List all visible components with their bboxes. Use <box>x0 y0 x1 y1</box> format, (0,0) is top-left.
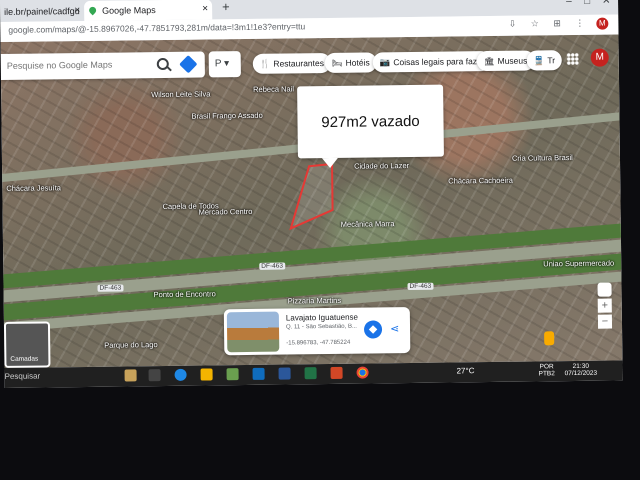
road-shield: DF-463 <box>97 284 124 292</box>
chip-transit[interactable]: 🚆 Tr <box>526 50 563 71</box>
road-shield: DF-463 <box>259 262 286 270</box>
account-avatar[interactable]: M <box>590 48 609 67</box>
place-photo[interactable] <box>226 311 280 353</box>
tab-label: Google Maps <box>102 5 156 16</box>
tab-google-maps[interactable]: Google Maps × <box>84 0 213 21</box>
place-card[interactable]: Lavajato Iguatuense Q. 11 - São Sebastiã… <box>223 307 411 356</box>
chip-label: Restaurantes <box>273 58 325 69</box>
map-label[interactable]: Chácara Cachoeira <box>448 176 513 186</box>
layers-label: Camadas <box>10 355 39 363</box>
close-icon[interactable]: × <box>74 1 80 21</box>
file-explorer-icon[interactable] <box>200 368 213 381</box>
task-view-icon[interactable] <box>148 369 161 382</box>
widget-icon[interactable] <box>124 369 137 382</box>
zoom-in-button[interactable]: + <box>597 298 612 313</box>
layers-button[interactable]: Camadas <box>3 321 51 368</box>
map-search-box[interactable] <box>0 51 205 80</box>
language-indicator[interactable]: POR PTB2 <box>538 363 555 378</box>
place-title[interactable]: Lavajato Iguatuense <box>286 313 358 323</box>
mail-icon[interactable] <box>252 367 265 380</box>
annotation-text: 927m2 vazado <box>321 112 420 132</box>
share-icon[interactable]: ⋖ <box>390 322 399 335</box>
clock[interactable]: 21:30 07/12/2023 <box>564 363 598 378</box>
maximize-icon[interactable]: □ <box>584 0 590 7</box>
lot-boundary <box>289 162 334 231</box>
chip-things-to-do[interactable]: 📷 Coisas legais para faz... <box>372 51 492 73</box>
chip-hotels[interactable]: 🛏 Hotéis <box>324 52 377 74</box>
url-text[interactable]: google.com/maps/@-15.8967026,-47.7851793… <box>8 21 305 35</box>
map-label[interactable]: Rebeca Nail <box>253 84 294 93</box>
directions-button[interactable] <box>363 320 383 339</box>
zoom-out-button[interactable]: − <box>597 314 613 329</box>
store-icon[interactable] <box>226 368 239 381</box>
map-label[interactable]: Uniao Supermercado <box>543 259 614 269</box>
chip-label: Museus <box>497 55 528 66</box>
map-label[interactable]: Cria Cultura Brasil <box>512 153 573 163</box>
map-label[interactable]: Cidade do Lazer <box>354 161 409 171</box>
tab-label: ile.br/painel/cadfgu <box>4 6 80 17</box>
search-input[interactable] <box>6 59 147 71</box>
chip-label: Coisas legais para faz... <box>393 56 485 68</box>
weather-widget[interactable]: 27°C <box>457 366 475 375</box>
new-tab-button[interactable]: + <box>222 0 230 14</box>
bed-icon: 🛏 <box>331 57 343 68</box>
annotation-callout: 927m2 vazado <box>297 84 444 159</box>
minimize-icon[interactable]: – <box>566 0 572 7</box>
satellite-map[interactable]: Wilson Leite Silva Rebeca Nail Brasil Fr… <box>0 34 623 368</box>
window-close-icon[interactable]: ✕ <box>602 0 611 7</box>
location-icon[interactable] <box>597 282 612 297</box>
map-label[interactable]: Capela de Todos <box>162 201 218 211</box>
chip-restaurants[interactable]: 🍴 Restaurantes <box>252 52 332 74</box>
camera-icon: 📷 <box>379 57 391 68</box>
excel-icon[interactable] <box>304 367 317 380</box>
powerpoint-icon[interactable] <box>330 366 343 379</box>
chip-museums[interactable]: 🏛 Museus <box>476 50 535 72</box>
tab-panel[interactable]: ile.br/painel/cadfgu × <box>0 1 84 22</box>
toolbar-icons[interactable]: ⇩ ☆ ⊞ ⋮ <box>509 18 591 30</box>
word-icon[interactable] <box>278 367 291 380</box>
directions-icon[interactable] <box>179 55 198 74</box>
taskbar-search[interactable]: Pesquisar <box>5 372 41 381</box>
close-icon[interactable]: × <box>202 0 208 20</box>
place-address: Q. 11 - São Sebastião, B... <box>285 323 357 331</box>
clock-date: 07/12/2023 <box>564 369 598 378</box>
fork-knife-icon: 🍴 <box>259 58 271 69</box>
browser-profile-avatar[interactable]: M <box>596 17 609 30</box>
edge-icon[interactable] <box>174 368 187 381</box>
lang-layout: PTB2 <box>538 370 555 378</box>
map-label[interactable]: Chácara Jesuíta <box>6 183 61 193</box>
map-label[interactable]: Wilson Leite Silva <box>151 89 210 99</box>
map-label[interactable]: Pizzaria Martins <box>288 296 341 306</box>
museum-icon: 🏛 <box>483 55 495 67</box>
maps-pin-icon <box>87 5 98 16</box>
places-button[interactable]: P ▾ <box>208 51 241 78</box>
map-label[interactable]: Brasil Frango Assado <box>191 111 262 121</box>
map-label[interactable]: Parque do Lago <box>104 340 157 350</box>
search-icon[interactable] <box>156 57 169 71</box>
pegman-icon[interactable] <box>544 331 555 346</box>
map-label[interactable]: Ponto de Encontro <box>154 289 216 299</box>
places-label: P <box>214 58 222 70</box>
chip-label: Hotéis <box>345 57 370 68</box>
road-shield: DF-463 <box>407 282 434 291</box>
chrome-icon[interactable] <box>356 366 369 379</box>
chip-label: Tr <box>547 55 556 66</box>
map-label[interactable]: Mecânica Marra <box>341 219 395 229</box>
transit-icon: 🚆 <box>533 55 545 66</box>
place-coordinates: -15.896783, -47.785224 <box>286 339 351 347</box>
apps-grid-icon[interactable] <box>566 52 579 66</box>
laptop-screen: ile.br/painel/cadfgu × Google Maps × + –… <box>0 0 623 388</box>
